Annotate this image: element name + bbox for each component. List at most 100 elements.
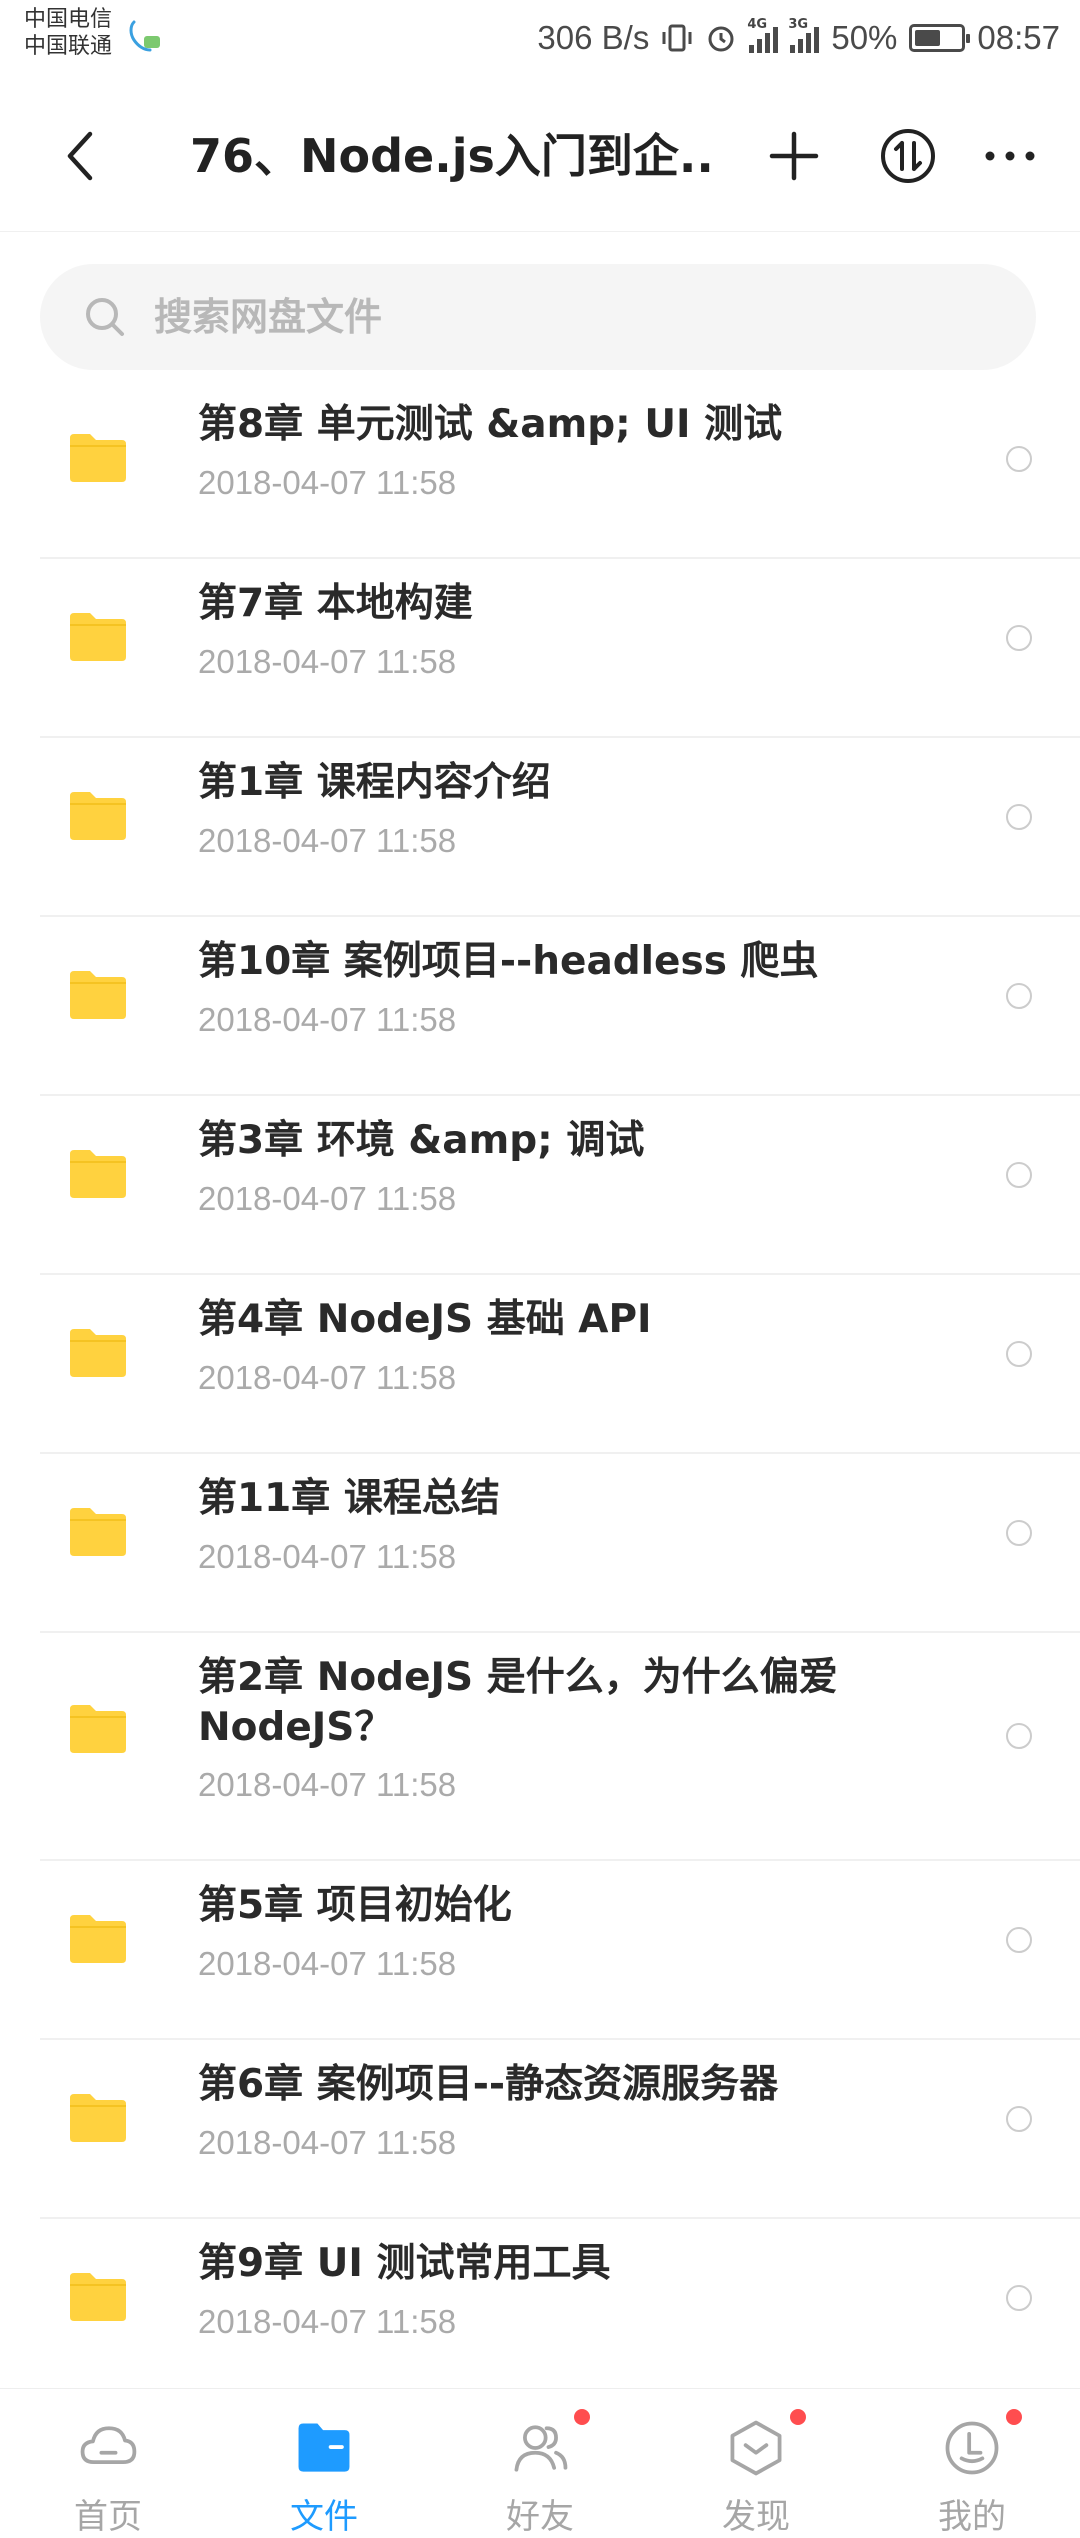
file-date: 2018-04-07 11:58 [198,1945,457,1982]
folder-icon [70,792,126,840]
file-name: 第10章 案例项目--headless 爬虫 [198,939,819,984]
folder-icon [70,1915,126,1963]
folder-icon [70,1150,126,1198]
hd-call-icon [129,20,160,52]
tab-friends[interactable]: 好友 [432,2389,648,2538]
tab-discover[interactable]: 发现 [648,2389,864,2538]
tab-label: 文件 [290,2497,358,2537]
signal-3g-icon: 3G [788,17,820,53]
file-name: 第6章 案例项目--静态资源服务器 [198,2062,779,2107]
search-icon [86,298,124,336]
folder-icon [70,434,126,482]
battery-icon [909,24,971,52]
network-speed: 306 B/s [537,19,650,56]
alarm-icon [708,26,734,52]
file-name: 第7章 本地构建 [198,581,473,626]
carrier-1: 中国电信 [24,7,113,32]
tab-label: 首页 [74,2497,142,2537]
file-name: 第11章 课程总结 [198,1476,500,1521]
more-icon [985,151,1035,161]
search-input[interactable] [154,295,954,339]
list-item[interactable]: 第7章 本地构建 2018-04-07 11:58 [0,559,1080,738]
list-item[interactable]: 第9章 UI 测试常用工具 2018-04-07 11:58 [0,2219,1080,2398]
file-date: 2018-04-07 11:58 [198,1001,457,1038]
list-item[interactable]: 第4章 NodeJS 基础 API 2018-04-07 11:58 [0,1275,1080,1454]
folder-icon [70,1705,126,1753]
tab-home[interactable]: 首页 [0,2389,216,2538]
file-list: 第8章 单元测试 &amp; UI 测试 2018-04-07 11:58 第7… [0,380,1080,2398]
tab-profile[interactable]: 我的 [864,2389,1080,2538]
file-date: 2018-04-07 11:58 [198,2124,457,2161]
tab-label: 好友 [506,2497,574,2537]
status-bar: 中国电信 中国联通 306 B/s 4G 3G 50% 08:57 [0,0,1080,80]
file-name: 第5章 项目初始化 [198,1883,512,1928]
select-checkbox[interactable] [1006,625,1032,651]
select-checkbox[interactable] [1006,1927,1032,1953]
folder-icon [298,2423,350,2472]
more-button[interactable] [968,114,1052,198]
list-item[interactable]: 第5章 项目初始化 2018-04-07 11:58 [0,1861,1080,2040]
file-date: 2018-04-07 11:58 [198,1766,457,1803]
file-date: 2018-04-07 11:58 [198,1538,457,1575]
clock: 08:57 [977,19,1060,56]
file-name: 第3章 环境 &amp; 调试 [198,1118,645,1163]
file-name: 第2章 NodeJS 是什么，为什么偏爱NodeJS？ [198,1655,838,1750]
folder-icon [70,971,126,1019]
battery-percent: 50% [831,19,898,56]
back-button[interactable] [40,116,120,196]
folder-icon [70,2094,126,2142]
tab-bar: 首页 文件 好友 发现 我的 [0,2388,1080,2538]
folder-icon [70,2273,126,2321]
list-item[interactable]: 第6章 案例项目--静态资源服务器 2018-04-07 11:58 [0,2040,1080,2219]
file-date: 2018-04-07 11:58 [198,822,457,859]
tab-label: 发现 [722,2497,790,2537]
notification-badge [574,2409,590,2425]
list-item[interactable]: 第8章 单元测试 &amp; UI 测试 2018-04-07 11:58 [0,380,1080,559]
select-checkbox[interactable] [1006,2106,1032,2132]
notification-badge [1006,2409,1022,2425]
transfer-button[interactable] [866,114,950,198]
folder-icon [70,1329,126,1377]
status-indicators: 306 B/s 4G 3G 50% 08:57 [537,14,1060,62]
list-item[interactable]: 第1章 课程内容介绍 2018-04-07 11:58 [0,738,1080,917]
tab-files[interactable]: 文件 [216,2389,432,2538]
list-item[interactable]: 第2章 NodeJS 是什么，为什么偏爱NodeJS？ 2018-04-07 1… [0,1633,1080,1861]
carrier-info: 中国电信 中国联通 [24,6,112,60]
page-title: 76、Node.js入门到企... [190,129,710,183]
add-button[interactable] [752,114,836,198]
file-date: 2018-04-07 11:58 [198,1359,457,1396]
folder-icon [70,613,126,661]
search-bar[interactable] [40,264,1036,370]
file-name: 第4章 NodeJS 基础 API [198,1297,652,1342]
select-checkbox[interactable] [1006,983,1032,1009]
folder-icon [70,1508,126,1556]
file-date: 2018-04-07 11:58 [198,464,457,501]
plus-icon [769,131,819,181]
cloud-icon [80,2426,137,2465]
file-date: 2018-04-07 11:58 [198,2303,457,2340]
friends-icon [514,2425,568,2472]
discover-icon [730,2420,782,2476]
file-name: 第9章 UI 测试常用工具 [198,2241,611,2286]
carrier-2: 中国联通 [24,34,113,59]
list-item[interactable]: 第3章 环境 &amp; 调试 2018-04-07 11:58 [0,1096,1080,1275]
notification-badge [790,2409,806,2425]
profile-icon [945,2421,999,2475]
select-checkbox[interactable] [1006,804,1032,830]
select-checkbox[interactable] [1006,446,1032,472]
select-checkbox[interactable] [1006,1723,1032,1749]
signal-4g-icon: 4G [747,17,779,53]
list-item[interactable]: 第11章 课程总结 2018-04-07 11:58 [0,1454,1080,1633]
select-checkbox[interactable] [1006,1162,1032,1188]
file-date: 2018-04-07 11:58 [198,643,457,680]
nav-bar: 76、Node.js入门到企... [0,80,1080,232]
select-checkbox[interactable] [1006,1341,1032,1367]
select-checkbox[interactable] [1006,1520,1032,1546]
file-name: 第8章 单元测试 &amp; UI 测试 [198,402,783,447]
transfer-icon [881,129,935,183]
list-item[interactable]: 第10章 案例项目--headless 爬虫 2018-04-07 11:58 [0,917,1080,1096]
file-date: 2018-04-07 11:58 [198,1180,457,1217]
chevron-left-icon [67,131,93,181]
tab-label: 我的 [938,2497,1006,2537]
select-checkbox[interactable] [1006,2285,1032,2311]
